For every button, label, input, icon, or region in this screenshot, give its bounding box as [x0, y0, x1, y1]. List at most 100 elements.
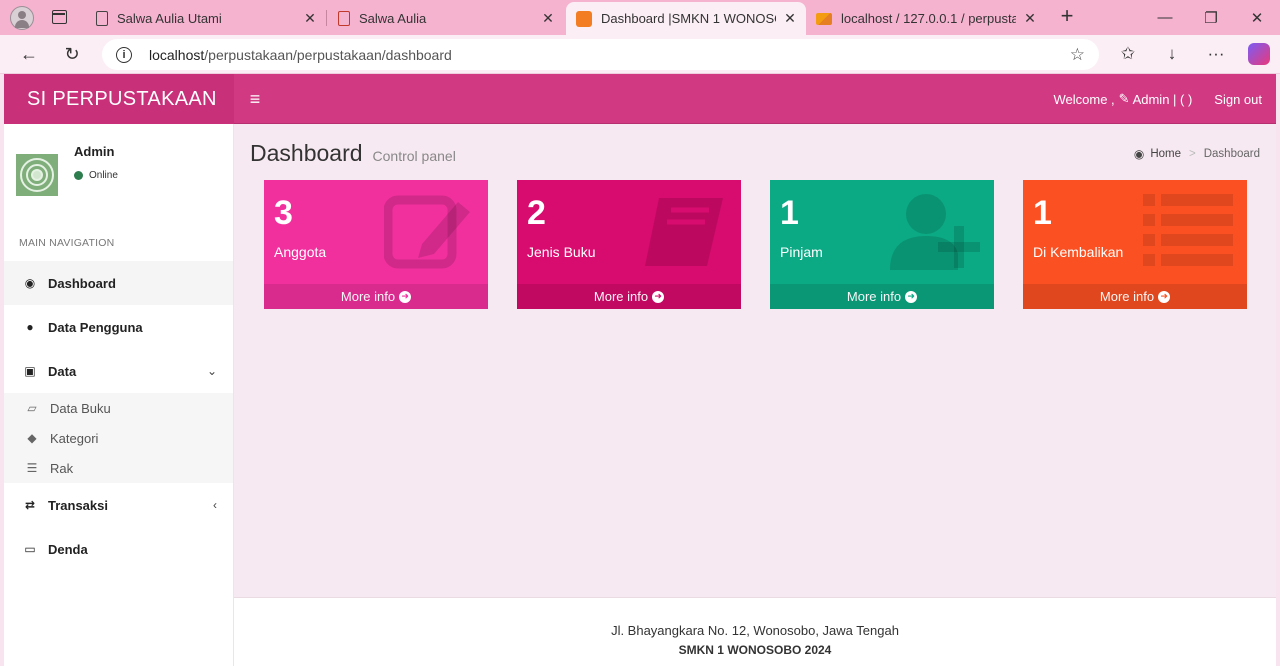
copilot-icon[interactable]: [1244, 41, 1274, 67]
app-frame: SI PERPUSTAKAAN ≡ Welcome , ✎ Admin | ( …: [4, 74, 1276, 666]
back-button[interactable]: ←: [14, 41, 44, 67]
online-dot-icon: [74, 171, 83, 180]
main-header: SI PERPUSTAKAAN ≡ Welcome , ✎ Admin | ( …: [4, 74, 1276, 124]
welcome-group[interactable]: Welcome , ✎ Admin | ( ): [1054, 91, 1193, 107]
sidebar-item-data-pengguna[interactable]: ● Data Pengguna: [4, 305, 233, 349]
page-subtitle: Control panel: [372, 148, 456, 164]
favorite-star-icon[interactable]: ☆: [1070, 45, 1085, 65]
breadcrumb-separator: >: [1189, 148, 1196, 160]
sidebar-item-label: Denda: [48, 541, 88, 557]
breadcrumb-home[interactable]: Home: [1150, 148, 1181, 160]
sidebar-item-label: Dashboard: [48, 275, 116, 291]
chevron-down-icon: ⌄: [206, 364, 217, 378]
tab-salwa-aulia[interactable]: Salwa Aulia ✕: [328, 2, 564, 35]
close-icon[interactable]: ✕: [1022, 10, 1038, 27]
edit-icon: [384, 195, 470, 269]
xampp-icon: [576, 10, 592, 27]
user-panel: Admin Online: [4, 124, 234, 229]
tab-actions-icon[interactable]: [52, 10, 67, 24]
more-info-link[interactable]: More info ➜: [1023, 284, 1247, 309]
tab-title: Salwa Aulia: [359, 11, 427, 26]
edit-icon: ✎: [1118, 91, 1130, 106]
url-path: /perpustakaan/perpustakaan/dashboard: [204, 46, 452, 63]
minimize-button[interactable]: —: [1142, 0, 1188, 35]
list-icon: ☰: [26, 461, 38, 475]
user-status: Online: [74, 170, 118, 181]
tags-icon: ◆: [27, 431, 37, 445]
more-info-link[interactable]: More info ➜: [770, 284, 994, 309]
close-icon[interactable]: ✕: [782, 10, 798, 27]
tab-salwa-aulia-utami[interactable]: Salwa Aulia Utami ✕: [86, 2, 326, 35]
user-plus-icon: [890, 194, 980, 270]
more-info-label: More info: [340, 289, 396, 304]
sidebar-item-data[interactable]: ▣ Data ⌄: [4, 349, 233, 393]
stat-label: Jenis Buku: [527, 244, 596, 260]
signout-link[interactable]: Sign out: [1214, 92, 1262, 107]
sidebar: Admin Online MAIN NAVIGATION ◉ Dashboard…: [4, 124, 234, 666]
favorites-icon[interactable]: ✩: [1113, 41, 1143, 67]
sidebar-toggle-icon[interactable]: ≡: [244, 87, 266, 111]
welcome-text: Welcome ,: [1053, 91, 1115, 107]
page-title: Dashboard Control panel: [250, 140, 456, 167]
nav-header: MAIN NAVIGATION: [19, 237, 115, 249]
tab-divider: [326, 10, 327, 26]
chevron-left-icon: ‹: [213, 498, 217, 512]
stat-count: 1: [780, 194, 799, 232]
stat-label: Pinjam: [780, 244, 823, 260]
arrow-circle-right-icon: ➜: [1158, 290, 1171, 303]
sidebar-subitem-label: Kategori: [50, 430, 99, 446]
stat-count: 1: [1033, 194, 1052, 232]
sidebar-subitem-rak[interactable]: ☰ Rak: [4, 453, 233, 483]
address-bar: ← ↻ i localhost/perpustakaan/perpustakaa…: [0, 35, 1280, 74]
window-close-button[interactable]: ✕: [1234, 0, 1280, 35]
profile-avatar[interactable]: [10, 6, 34, 30]
url-input[interactable]: i localhost/perpustakaan/perpustakaan/da…: [102, 39, 1099, 70]
header-user-menu: Welcome , ✎ Admin | ( ) Sign out: [1054, 74, 1263, 124]
site-info-icon[interactable]: i: [116, 46, 132, 63]
sidebar-item-label: Data: [48, 363, 77, 379]
sidebar-subitem-label: Rak: [50, 460, 74, 476]
sidebar-item-label: Data Pengguna: [48, 319, 143, 335]
content-area: Dashboard Control panel ◉ Home > Dashboa…: [234, 124, 1276, 597]
book-icon: ▱: [27, 401, 37, 415]
stat-box-pinjam: 1 Pinjam More info ➜: [770, 180, 994, 309]
stat-box-anggota: 3 Anggota More info ➜: [264, 180, 488, 309]
arrow-circle-right-icon: ➜: [399, 290, 412, 303]
tab-title: localhost / 127.0.0.1 / perpustaka: [841, 11, 1016, 26]
tab-dashboard[interactable]: Dashboard |SMKN 1 WONOSOBO ✕: [566, 2, 806, 35]
arrow-circle-right-icon: ➜: [905, 290, 918, 303]
more-info-label: More info: [1099, 289, 1155, 304]
more-info-label: More info: [846, 289, 902, 304]
download-icon[interactable]: ↓: [1157, 41, 1187, 67]
avatar: [16, 154, 58, 196]
reload-button[interactable]: ↻: [57, 41, 87, 67]
tab-title: Dashboard |SMKN 1 WONOSOBO: [601, 11, 776, 26]
close-icon[interactable]: ✕: [540, 10, 556, 27]
sidebar-subitem-kategori[interactable]: ◆ Kategori: [4, 423, 233, 453]
user-name: Admin: [74, 144, 115, 159]
sidebar-item-transaksi[interactable]: ⇄ Transaksi ‹: [4, 483, 233, 527]
data-submenu: ▱ Data Buku ◆ Kategori ☰ Rak: [4, 393, 233, 483]
list-icon: [1143, 194, 1233, 266]
new-tab-button[interactable]: +: [1054, 3, 1080, 31]
more-icon[interactable]: ···: [1201, 41, 1231, 67]
page-icon: [96, 11, 108, 26]
close-icon[interactable]: ✕: [302, 10, 318, 27]
tab-phpmyadmin[interactable]: localhost / 127.0.0.1 / perpustaka ✕: [806, 2, 1046, 35]
app-logo[interactable]: SI PERPUSTAKAAN: [4, 74, 234, 124]
page-icon: [338, 11, 350, 26]
breadcrumb-current: Dashboard: [1203, 148, 1260, 160]
sidebar-item-dashboard[interactable]: ◉ Dashboard: [4, 261, 233, 305]
profile-body-icon: [15, 20, 29, 28]
breadcrumb: ◉ Home > Dashboard: [1134, 147, 1260, 161]
stat-count: 3: [274, 194, 293, 232]
admin-link[interactable]: Admin | ( ): [1133, 92, 1193, 107]
sidebar-item-denda[interactable]: ▭ Denda: [4, 527, 233, 571]
stat-box-di-kembalikan: 1 Di Kembalikan More info ➜: [1023, 180, 1247, 309]
more-info-link[interactable]: More info ➜: [517, 284, 741, 309]
sidebar-subitem-label: Data Buku: [50, 400, 111, 416]
sidebar-subitem-data-buku[interactable]: ▱ Data Buku: [4, 393, 233, 423]
more-info-link[interactable]: More info ➜: [264, 284, 488, 309]
tab-title: Salwa Aulia Utami: [117, 11, 222, 26]
restore-button[interactable]: ❐: [1188, 0, 1234, 35]
